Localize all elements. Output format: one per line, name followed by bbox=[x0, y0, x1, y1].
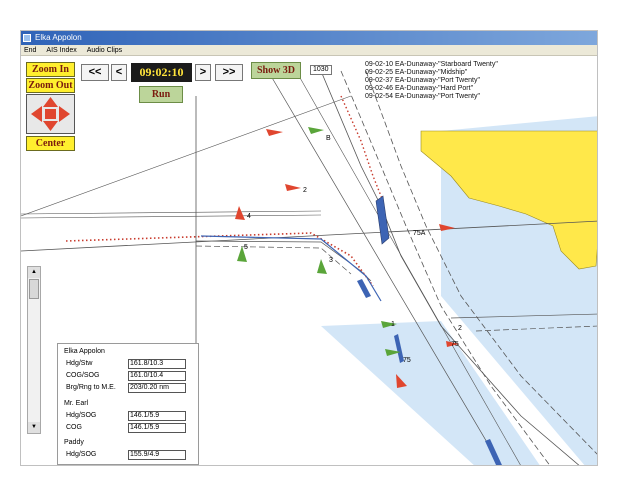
field-value: 203/0.20 nm bbox=[128, 383, 186, 393]
vertical-scrollbar[interactable]: ▲ ▼ bbox=[27, 266, 41, 434]
vessel-info-panel: Elka Appolon Hdg/Stw 161.8/10.3 COG/SOG … bbox=[57, 343, 199, 465]
field-label: COG bbox=[66, 424, 82, 431]
channel-boundary bbox=[195, 245, 352, 275]
menu-audio-clips[interactable]: Audio Clips bbox=[87, 47, 122, 54]
menu-end[interactable]: End bbox=[24, 47, 36, 54]
vessel-track bbox=[200, 235, 382, 302]
log-entry: 09-02-37 EA-Dunaway-"Port Twenty" bbox=[365, 77, 480, 84]
buoy-icon bbox=[235, 206, 245, 220]
vessel-track bbox=[340, 95, 384, 202]
field-label: Hdg/SOG bbox=[66, 412, 97, 419]
scale-label: 1030 bbox=[310, 65, 332, 75]
field-value: 146.1/5.9 bbox=[128, 423, 186, 433]
vessel-name: Paddy bbox=[64, 439, 84, 446]
vessel-name: Elka Appolon bbox=[64, 348, 105, 355]
center-button[interactable]: Center bbox=[26, 136, 75, 151]
log-entry: 09-02-46 EA-Dunaway-"Hard Port" bbox=[365, 85, 474, 92]
bearing-line bbox=[21, 214, 322, 219]
pan-control[interactable] bbox=[26, 94, 75, 134]
channel-boundary bbox=[195, 240, 372, 282]
buoy-icon bbox=[285, 184, 301, 191]
field-value: 146.1/5.9 bbox=[128, 411, 186, 421]
field-label: Hdg/SOG bbox=[66, 451, 97, 458]
title-bar: Elka Appolon bbox=[21, 31, 597, 45]
zoom-in-button[interactable]: Zoom In bbox=[26, 62, 75, 77]
vessel-icon bbox=[375, 195, 390, 245]
buoy-label: 1 bbox=[391, 321, 395, 328]
scroll-thumb[interactable] bbox=[29, 279, 39, 299]
window-title: Elka Appolon bbox=[35, 33, 82, 42]
field-value: 155.9/4.9 bbox=[128, 450, 186, 460]
forward-fast-button[interactable]: >> bbox=[215, 64, 243, 81]
buoy-label: 75 bbox=[403, 357, 411, 364]
menu-bar: End AIS Index Audio Clips bbox=[21, 45, 597, 56]
app-window: Elka Appolon End AIS Index Audio Clips B… bbox=[20, 30, 598, 466]
step-back-button[interactable]: < bbox=[111, 64, 127, 81]
log-entry: 09-02-54 EA-Dunaway-"Port Twenty" bbox=[365, 93, 480, 100]
vessel-name: Mr. Earl bbox=[64, 400, 89, 407]
field-label: Hdg/Stw bbox=[66, 360, 93, 367]
show-3d-button[interactable]: Show 3D bbox=[251, 62, 301, 79]
buoy-label: 75A bbox=[413, 230, 426, 237]
field-label: Brg/Rng to M.E. bbox=[66, 384, 116, 391]
field-value: 161.0/10.4 bbox=[128, 371, 186, 381]
arrow-down-icon[interactable]: ▼ bbox=[28, 422, 40, 433]
log-entry: 09-02-10 EA-Dunaway-"Starboard Twenty" bbox=[365, 61, 498, 68]
buoy-label: 75 bbox=[451, 341, 459, 348]
run-button[interactable]: Run bbox=[139, 86, 183, 103]
buoy-label: 4 bbox=[247, 213, 251, 220]
chart-area[interactable]: B 2 4 5 3 75A 1 2 75 75 Zoom In Zoom Out… bbox=[21, 56, 597, 465]
buoy-icon bbox=[266, 129, 283, 136]
time-display: 09:02:10 bbox=[131, 63, 192, 82]
buoy-label: 5 bbox=[244, 244, 248, 251]
buoy-label: B bbox=[326, 135, 331, 142]
app-icon bbox=[23, 34, 31, 42]
menu-ais-index[interactable]: AIS Index bbox=[46, 47, 76, 54]
buoy-label: 3 bbox=[329, 257, 333, 264]
log-entry: 09-02-25 EA-Dunaway-"Midship" bbox=[365, 69, 468, 76]
buoy-icon bbox=[317, 259, 327, 274]
four-way-arrow-icon bbox=[31, 97, 70, 131]
zoom-out-button[interactable]: Zoom Out bbox=[26, 78, 75, 93]
buoy-icon bbox=[308, 127, 324, 134]
field-value: 161.8/10.3 bbox=[128, 359, 186, 369]
buoy-label: 2 bbox=[458, 325, 462, 332]
event-log: 09-02-10 EA-Dunaway-"Starboard Twenty" 0… bbox=[365, 61, 595, 101]
arrow-up-icon[interactable]: ▲ bbox=[28, 267, 40, 278]
field-label: COG/SOG bbox=[66, 372, 100, 379]
rewind-fast-button[interactable]: << bbox=[81, 64, 109, 81]
bearing-line bbox=[21, 210, 322, 215]
step-forward-button[interactable]: > bbox=[195, 64, 211, 81]
buoy-label: 2 bbox=[303, 187, 307, 194]
